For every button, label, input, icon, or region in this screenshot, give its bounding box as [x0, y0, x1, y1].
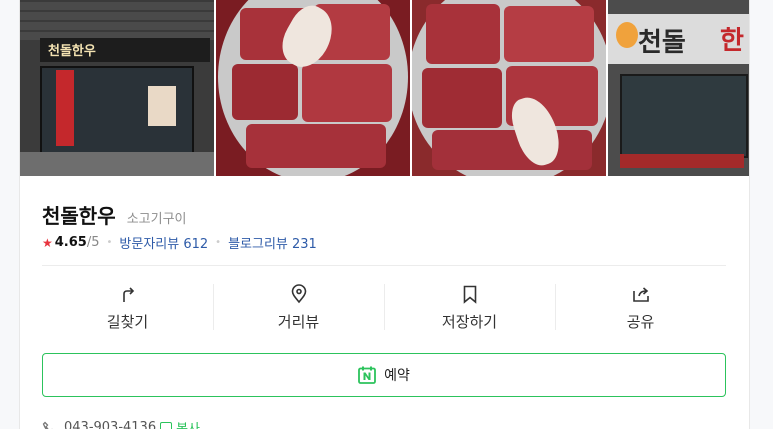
phone-icon	[42, 421, 53, 429]
reserve-button[interactable]: 예약	[42, 353, 726, 397]
store-sign-text: 천돌한우	[48, 44, 96, 59]
place-name: 천돌한우	[42, 204, 116, 228]
blog-reviews-link[interactable]: 블로그리뷰 231	[228, 233, 317, 252]
phone-row: 043-903-4136 복사	[42, 418, 200, 429]
store-window	[620, 74, 748, 158]
title-row: 천돌한우 소고기구이	[42, 200, 187, 229]
store-banner	[56, 70, 74, 146]
store-bottom-banner	[620, 154, 744, 168]
save-label: 저장하기	[441, 313, 498, 331]
copy-button[interactable]: 복사	[160, 418, 200, 429]
meat-slice	[504, 6, 594, 62]
naver-booking-icon	[358, 366, 377, 384]
phone-number[interactable]: 043-903-4136	[64, 420, 156, 429]
divider	[42, 265, 726, 266]
copy-label: 복사	[176, 418, 200, 429]
rating-value: 4.65	[54, 235, 87, 250]
visitor-reviews-link[interactable]: 방문자리뷰 612	[119, 233, 208, 252]
photo-meat-2[interactable]	[412, 0, 606, 176]
photo-storefront-2[interactable]: 천돌 한	[608, 0, 749, 176]
rating-max: /5	[86, 235, 100, 250]
store-sign-2-text: 천돌	[638, 28, 686, 58]
save-button[interactable]: 저장하기	[384, 282, 555, 332]
store-poster	[148, 86, 176, 126]
meat-slice	[422, 68, 502, 128]
directions-button[interactable]: 길찾기	[42, 282, 213, 332]
separator-dot: •	[106, 237, 113, 248]
meta-row: ★ 4.65 /5 • 방문자리뷰 612 • 블로그리뷰 231	[42, 233, 317, 252]
separator-dot: •	[215, 237, 222, 248]
share-label: 공유	[626, 313, 655, 331]
share-icon	[632, 287, 649, 302]
bookmark-icon	[463, 285, 476, 304]
directions-icon	[122, 287, 134, 302]
mascot-icon	[616, 22, 638, 48]
copy-icon	[160, 421, 173, 429]
share-button[interactable]: 공유	[555, 282, 726, 332]
meat-slice	[246, 124, 386, 168]
reserve-label: 예약	[384, 368, 410, 384]
brick-wall	[20, 0, 214, 40]
store-sign-2-red-text: 한	[720, 26, 744, 56]
place-category: 소고기구이	[126, 212, 187, 227]
store-step	[20, 152, 214, 176]
photo-storefront[interactable]: 천돌한우	[20, 0, 214, 176]
directions-label: 길찾기	[106, 313, 149, 331]
photo-meat-1[interactable]	[216, 0, 410, 176]
star-icon: ★	[42, 235, 53, 250]
meat-slice	[302, 64, 392, 122]
meat-slice	[432, 130, 592, 170]
street-view-button[interactable]: 거리뷰	[213, 282, 384, 332]
street-view-label: 거리뷰	[277, 313, 320, 331]
meat-slice	[232, 64, 298, 120]
meat-slice	[426, 4, 500, 64]
photo-strip[interactable]: 천돌한우 천돌 한	[20, 0, 749, 176]
action-bar: 길찾기 거리뷰 저장하기 공유	[42, 282, 726, 332]
place-card: 천돌한우 천돌 한 천돌한우 소고기구이 ★ 4.65 /5 • 방문자리뷰 6…	[19, 0, 750, 429]
location-pin-icon	[291, 284, 306, 304]
